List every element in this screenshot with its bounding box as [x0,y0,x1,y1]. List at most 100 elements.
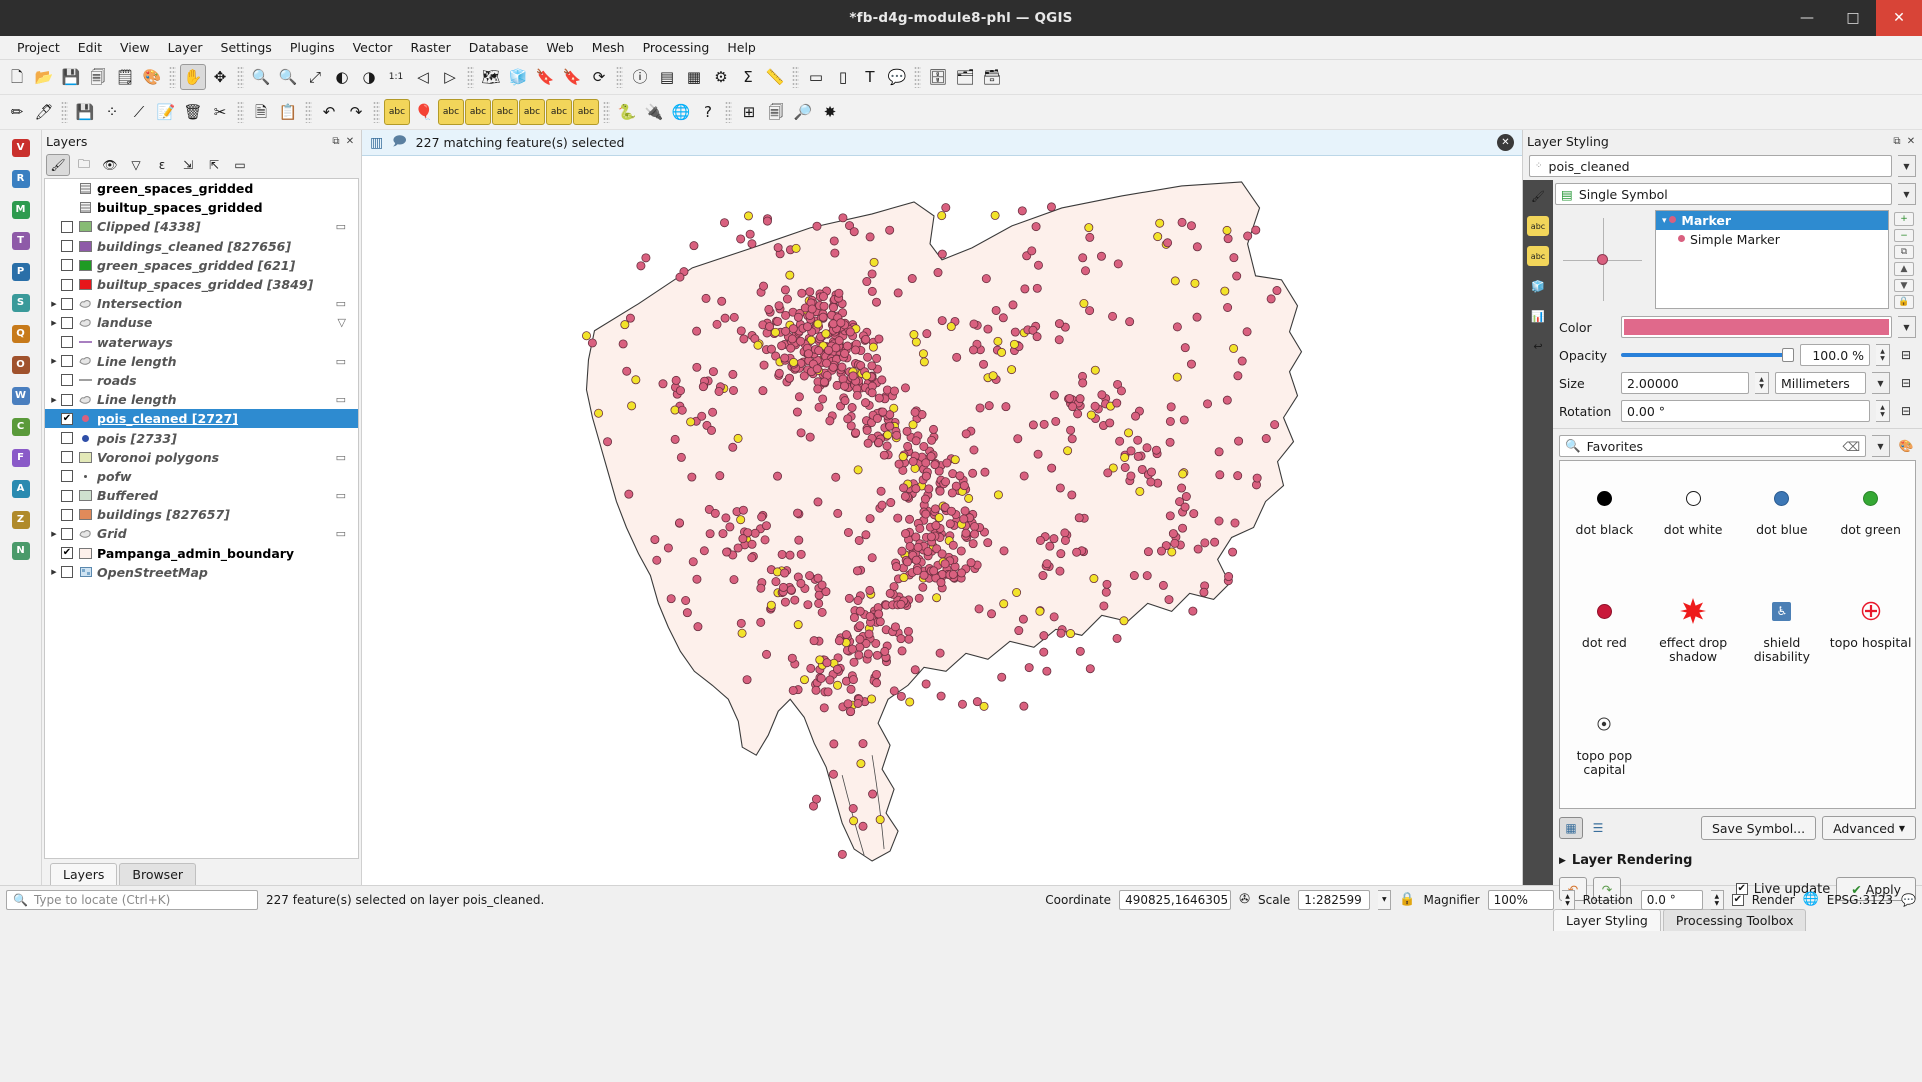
current-edits-icon[interactable]: ✏ [4,99,30,125]
menu-mesh[interactable]: Mesh [583,38,634,57]
history-tab-icon[interactable]: ↩ [1527,336,1549,356]
paste-features-icon[interactable]: 📋 [275,99,301,125]
editable-layer-icon[interactable]: ▭ [336,527,346,540]
zoom-last-icon[interactable]: ◁ [410,64,436,90]
layer-visibility-checkbox[interactable] [61,508,73,521]
layer-visibility-checkbox[interactable] [61,374,73,387]
zoom-next-icon[interactable]: ▷ [437,64,463,90]
coordinate-value[interactable]: 490825,1646305 [1119,889,1232,910]
size-data-defined-override-icon[interactable]: ⊟ [1896,373,1916,393]
menu-layer[interactable]: Layer [159,38,212,57]
symbol-gallery[interactable]: dot black dot white dot blue dot green dot r… [1559,460,1916,809]
size-unit-arrow[interactable]: ▼ [1872,372,1890,394]
menu-raster[interactable]: Raster [401,38,459,57]
zoom-to-layer-icon[interactable]: ◑ [356,64,382,90]
rotation-spinner[interactable]: ▲ ▼ [1710,889,1724,910]
layer-item-pois-2733-[interactable]: pois [2733] [45,428,358,447]
tab-browser[interactable]: Browser [119,863,197,885]
copy-features-icon[interactable]: 🗎 [248,99,274,125]
add-group-icon[interactable]: 🗀 [72,154,96,176]
layer-visibility-checkbox[interactable] [61,566,73,579]
zoom-in-icon[interactable]: 🔍 [248,64,274,90]
rotate-label-icon[interactable]: abc [546,99,572,125]
move-up-button[interactable]: ▲ [1894,262,1914,276]
pin-labels-icon[interactable]: abc [465,99,491,125]
menu-help[interactable]: Help [718,38,765,57]
styling-panel-float-icon[interactable]: ⧉ [1890,134,1904,148]
zoom-full-icon[interactable]: ⤢ [302,64,328,90]
menu-web[interactable]: Web [537,38,582,57]
styling-panel-close-icon[interactable]: ✕ [1904,134,1918,148]
map-tips-icon[interactable]: 💬 [884,64,910,90]
renderer-combo[interactable]: ▤ Single Symbol [1555,183,1892,205]
diagram-icon[interactable]: 🎈 [411,99,437,125]
layer-item-roads[interactable]: roads [45,371,358,390]
new-map-view-icon[interactable]: 🗺 [478,64,504,90]
save-layer-edits-icon[interactable]: 💾 [72,99,98,125]
add-delimited-text-icon[interactable]: 🗃 [979,64,1005,90]
scale-value[interactable]: 1:282599 [1298,889,1371,910]
editable-layer-icon[interactable]: ▭ [336,393,346,406]
cut-features-icon[interactable]: ✂ [207,99,233,125]
menu-plugins[interactable]: Plugins [281,38,344,57]
style-manager-icon[interactable]: 🎨 [1896,436,1916,456]
tab-layer-styling[interactable]: Layer Styling [1553,909,1661,931]
filter-legend-expression-icon[interactable]: ε [150,154,174,176]
opacity-value[interactable]: 100.0 % [1800,344,1870,366]
layer-visibility-checkbox[interactable] [61,240,73,253]
layer-item-landuse[interactable]: ▶ landuse ▽ [45,313,358,332]
layer-visibility-checkbox[interactable]: ✔ [61,547,73,560]
advanced-button[interactable]: Advanced ▼ [1822,816,1916,840]
help-contents-icon[interactable]: ? [695,99,721,125]
color-button[interactable] [1621,316,1892,338]
layer-item-voronoi-polygons[interactable]: Voronoi polygons ▭ [45,448,358,467]
add-vector-layer-rail-icon[interactable]: V [6,134,36,162]
layer-visibility-checkbox[interactable] [61,451,73,464]
new-project-icon[interactable]: 🗋 [4,64,30,90]
show-hide-labels-icon[interactable]: abc [492,99,518,125]
new-print-layout-icon[interactable]: 🗒 [112,64,138,90]
color-dropdown-arrow[interactable]: ▼ [1898,316,1916,338]
layers-panel-close-icon[interactable]: ✕ [343,134,357,148]
layer-item-grid[interactable]: ▶ Grid ▭ [45,524,358,543]
statistics-icon[interactable]: Σ [735,64,761,90]
maximize-button[interactable]: □ [1830,0,1876,36]
deselect-icon[interactable]: ▯ [830,64,856,90]
toggle-extents-icon[interactable]: ✇ [1239,892,1250,907]
open-layer-styling-panel-icon[interactable]: 🖌 [46,154,70,176]
label-toolbar-icon[interactable]: abc [384,99,410,125]
list-view-button[interactable]: ☰ [1586,817,1610,839]
layer-visibility-checkbox[interactable]: ✔ [61,412,73,425]
rotation-value[interactable]: 0.00 ° [1621,400,1870,422]
toggle-editing-icon[interactable]: 🖊 [31,99,57,125]
layer-visibility-checkbox[interactable] [61,316,73,329]
rotation-value[interactable]: 0.0 ° [1640,889,1703,910]
symbol-item-dot-blue[interactable]: dot blue [1738,469,1827,582]
filter-icon[interactable]: ▽ [338,316,346,329]
add-wms-rail-icon[interactable]: W [6,382,36,410]
zoom-to-selection-icon[interactable]: ◐ [329,64,355,90]
rotation-spinner[interactable]: ▲ ▼ [1876,400,1890,422]
styling-layer-combo[interactable]: ⁘ pois_cleaned [1529,155,1892,177]
lock-colors-button[interactable]: 🔒 [1894,295,1914,310]
qneat3-icon[interactable]: ✸ [817,99,843,125]
layer-item-buildings-827657-[interactable]: buildings [827657] [45,505,358,524]
tab-layers[interactable]: Layers [50,863,118,885]
close-button[interactable]: ✕ [1876,0,1922,36]
menu-database[interactable]: Database [460,38,538,57]
new-bookmark-icon[interactable]: 🔖 [559,64,585,90]
vertex-tool-icon[interactable]: ⟋ [126,99,152,125]
editable-layer-icon[interactable]: ▭ [336,451,346,464]
add-postgis-rail-icon[interactable]: P [6,258,36,286]
editable-layer-icon[interactable]: ▭ [336,355,346,368]
data-source-manager-icon[interactable]: 🗄 [925,64,951,90]
manage-map-themes-icon[interactable]: 👁 [98,154,122,176]
layer-rendering-row[interactable]: ▶ Layer Rendering [1553,843,1922,871]
layer-item-builtup-spaces-gridded[interactable]: builtup_spaces_gridded [45,198,358,217]
show-bookmarks-icon[interactable]: 🔖 [532,64,558,90]
expand-all-icon[interactable]: ⇲ [176,154,200,176]
expand-arrow-icon[interactable]: ▶ [47,396,61,404]
size-unit[interactable]: Millimeters [1775,372,1866,394]
layer-item-buffered[interactable]: Buffered ▭ [45,486,358,505]
styling-layer-combo-arrow[interactable]: ▼ [1898,155,1916,177]
